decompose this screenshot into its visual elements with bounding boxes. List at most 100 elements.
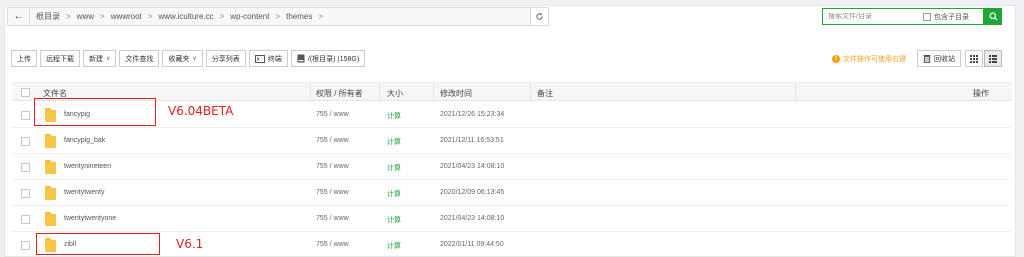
upload-label: 上传 xyxy=(17,55,31,63)
file-name[interactable]: fancypig_bak xyxy=(64,137,105,144)
recycle-bin-button[interactable]: 回收站 xyxy=(917,50,961,67)
file-size-calc[interactable]: 计算 xyxy=(387,189,401,199)
toolbar: 上传 远程下载 新建 ∨ 文件查找 收藏夹 ∨ 分享列表 终端 /(根目录) (15… xyxy=(11,50,368,67)
chevron-right-icon: > xyxy=(100,12,105,21)
disk-icon xyxy=(297,54,305,63)
row-checkbox[interactable] xyxy=(21,137,30,146)
table-row[interactable]: twentynineteen 755 / www 计算 2021/04/23 1… xyxy=(12,154,1012,180)
table-row[interactable]: zibll 755 / www 计算 2022/01/11 09:44:50 xyxy=(12,232,1012,257)
row-checkbox[interactable] xyxy=(21,215,30,224)
select-all-checkbox[interactable] xyxy=(21,88,30,97)
file-size-calc[interactable]: 计算 xyxy=(387,137,401,147)
favorites-label: 收藏夹 xyxy=(168,55,190,63)
file-mtime: 2021/04/23 14:08:10 xyxy=(440,215,505,222)
file-name[interactable]: twentytwentyone xyxy=(64,215,116,222)
path-bar[interactable]: ← 根目录 > www > wwwroot > www.iculture.cc > wp… xyxy=(7,7,549,26)
table-row[interactable]: twentytwentyone 755 / www 计算 2021/04/23 … xyxy=(12,206,1012,232)
list-view-button[interactable] xyxy=(984,50,1002,67)
new-button[interactable]: 新建 ∨ xyxy=(83,50,117,67)
file-mtime: 2022/01/11 09:44:50 xyxy=(440,241,504,248)
highlight-box-zibll xyxy=(36,233,160,255)
terminal-button[interactable]: 终端 xyxy=(248,50,288,67)
disk-label: /(根目录) (158G) xyxy=(307,55,360,63)
upload-button[interactable]: 上传 xyxy=(11,50,37,67)
file-permission[interactable]: 755 / www xyxy=(316,189,349,196)
file-mtime: 2020/12/09 06:13:45 xyxy=(440,189,505,196)
include-subdir-label: 包含子目录 xyxy=(934,13,969,21)
recycle-bin-wrap: 回收站 xyxy=(917,50,964,67)
row-checkbox[interactable] xyxy=(21,189,30,198)
search-box: 包含子目录 xyxy=(822,8,984,25)
file-mtime: 2021/12/11 16:53:51 xyxy=(440,137,504,144)
file-permission[interactable]: 755 / www xyxy=(316,215,349,222)
search-button[interactable] xyxy=(984,8,1002,25)
right-click-hint-text: 文件操作可使用右键 xyxy=(843,55,906,63)
disk-button[interactable]: /(根目录) (158G) xyxy=(290,50,366,67)
chevron-right-icon: > xyxy=(275,12,281,21)
folder-icon xyxy=(45,160,56,174)
folder-icon xyxy=(45,186,56,200)
favorites-button[interactable]: 收藏夹 ∨ xyxy=(162,50,203,67)
table-row[interactable]: twentytwenty 755 / www 计算 2020/12/09 06:… xyxy=(12,180,1012,206)
file-size-calc[interactable]: 计算 xyxy=(387,241,401,251)
file-name[interactable]: twentytwenty xyxy=(64,189,104,196)
column-divider xyxy=(530,83,531,102)
remote-download-label: 远程下载 xyxy=(46,55,74,63)
recycle-bin-label: 回收站 xyxy=(934,55,955,63)
file-size-calc[interactable]: 计算 xyxy=(387,163,401,173)
header-permission[interactable]: 权限 / 所有者 xyxy=(316,88,363,99)
crumb-www[interactable]: www xyxy=(77,12,94,21)
include-subdir-checkbox[interactable] xyxy=(923,12,931,21)
chevron-right-icon: > xyxy=(219,12,225,21)
file-permission[interactable]: 755 / www xyxy=(316,163,349,170)
header-size[interactable]: 大小 xyxy=(387,88,403,99)
header-remark: 备注 xyxy=(537,89,553,98)
row-checkbox[interactable] xyxy=(21,163,30,172)
header-modified[interactable]: 修改时间 xyxy=(440,88,472,99)
chevron-right-icon: > xyxy=(147,12,153,21)
header-operations: 操作 xyxy=(973,89,989,98)
column-divider xyxy=(310,83,311,102)
chevron-down-icon: ∨ xyxy=(192,56,197,62)
table-row[interactable]: fancypig 755 / www 计算 2021/12/26 15:23:3… xyxy=(12,102,1012,128)
file-mtime: 2021/12/26 15:23:34 xyxy=(440,111,505,118)
refresh-icon[interactable] xyxy=(530,8,548,25)
new-label: 新建 xyxy=(89,55,103,63)
warning-icon: ! xyxy=(832,54,840,63)
terminal-label: 终端 xyxy=(267,55,282,63)
grid-view-icon xyxy=(970,54,978,63)
chevron-right-icon: > xyxy=(318,12,323,21)
share-list-button[interactable]: 分享列表 xyxy=(205,50,246,67)
table-header: 文件名 权限 / 所有者 大小 修改时间 备注 操作 xyxy=(12,82,1012,102)
file-search-button[interactable]: 文件查找 xyxy=(119,50,160,67)
crumb-themes[interactable]: themes xyxy=(286,12,312,21)
file-permission[interactable]: 755 / www xyxy=(316,241,349,248)
crumb-root[interactable]: 根目录 xyxy=(36,11,60,22)
crumb-site[interactable]: www.iculture.cc xyxy=(158,12,213,21)
remote-download-button[interactable]: 远程下载 xyxy=(40,50,80,67)
crumb-wwwroot[interactable]: wwwroot xyxy=(111,12,142,21)
file-name[interactable]: twentynineteen xyxy=(64,163,111,170)
include-subdir-toggle[interactable]: 包含子目录 xyxy=(923,12,969,22)
grid-view-button[interactable] xyxy=(965,50,983,67)
file-permission[interactable]: 755 / www xyxy=(316,137,349,144)
file-size-calc[interactable]: 计算 xyxy=(387,111,401,121)
file-search-label: 文件查找 xyxy=(125,55,154,63)
crumb-wp-content[interactable]: wp-content xyxy=(230,12,269,21)
table-row[interactable]: fancypig_bak 755 / www 计算 2021/12/11 16:… xyxy=(12,128,1012,154)
column-divider xyxy=(379,83,380,102)
row-checkbox[interactable] xyxy=(21,241,30,250)
file-size-calc[interactable]: 计算 xyxy=(387,215,401,225)
search-icon xyxy=(988,12,998,21)
folder-icon xyxy=(45,134,56,148)
trash-icon xyxy=(923,55,931,63)
highlight-box-fancypig xyxy=(34,98,156,126)
folder-icon xyxy=(45,212,56,226)
back-arrow-icon[interactable]: ← xyxy=(8,8,30,25)
column-divider xyxy=(433,83,434,102)
row-checkbox[interactable] xyxy=(21,111,30,120)
search-input[interactable] xyxy=(823,13,919,20)
file-permission[interactable]: 755 / www xyxy=(316,111,349,118)
share-list-label: 分享列表 xyxy=(211,55,240,63)
right-click-hint: ! 文件操作可使用右键 xyxy=(832,50,906,67)
